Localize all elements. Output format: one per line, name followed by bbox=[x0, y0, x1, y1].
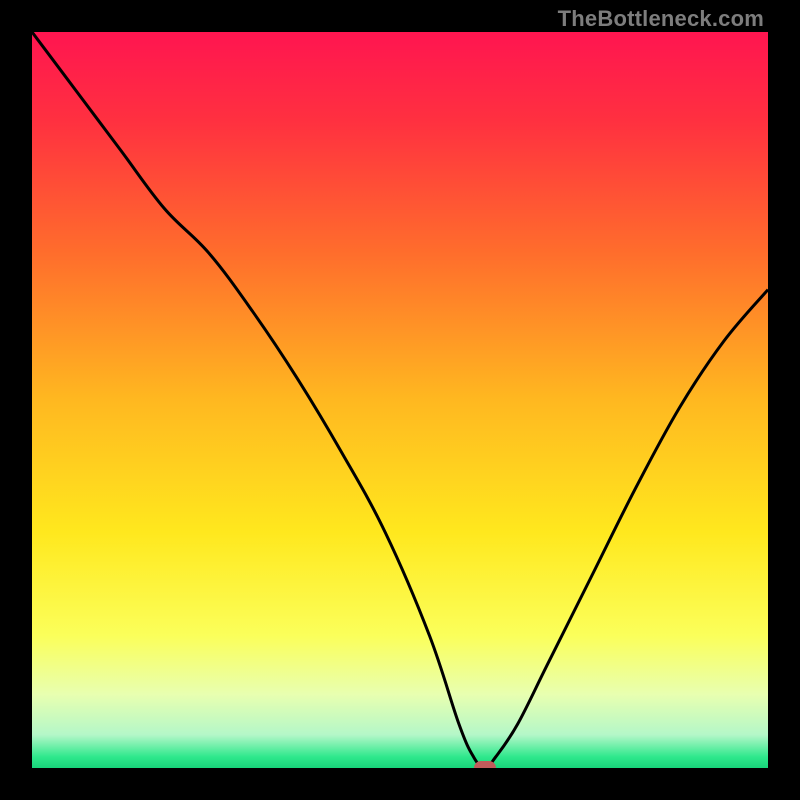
chart-frame: TheBottleneck.com bbox=[0, 0, 800, 800]
watermark-text: TheBottleneck.com bbox=[558, 6, 764, 32]
bottleneck-curve bbox=[32, 32, 768, 768]
plot-area bbox=[32, 32, 768, 768]
curve-layer bbox=[32, 32, 768, 768]
optimal-point-marker bbox=[474, 761, 496, 768]
